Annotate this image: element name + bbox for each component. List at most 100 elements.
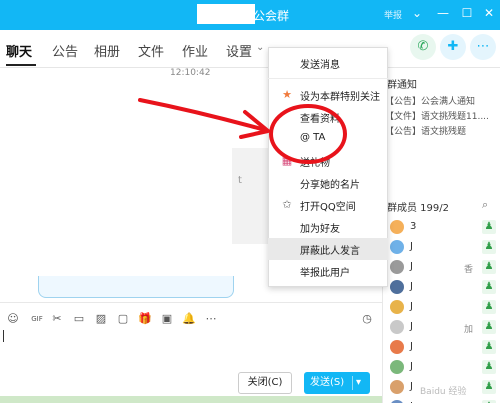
menu-item-label: 加为好友 (300, 224, 340, 235)
menu-item[interactable]: ▦ 送礼物 (268, 150, 388, 172)
avatar (390, 380, 404, 394)
vote-icon[interactable]: ▣ (160, 312, 174, 326)
member-row[interactable]: J♟ (388, 338, 500, 358)
search-icon[interactable]: ⌕ (482, 198, 488, 212)
minimize-icon[interactable]: — (436, 6, 450, 20)
message-fragment: t (238, 175, 242, 186)
menu-item-label: @ TA (300, 132, 326, 143)
member-badge-icon: ♟ (482, 320, 496, 334)
member-badge-icon: ♟ (482, 360, 496, 374)
phone-icon[interactable]: ✆ (410, 34, 436, 60)
menu-item[interactable]: 加为好友 (268, 216, 388, 238)
member-badge-icon: ♟ (482, 240, 496, 254)
chevron-down-icon[interactable]: ⌄ (256, 42, 264, 53)
member-badge-icon: ♟ (482, 280, 496, 294)
menu-item-label: 举报此用户 (300, 268, 350, 279)
menu-item[interactable]: 分享她的名片 (268, 172, 388, 194)
bell-icon[interactable]: 🔔 (182, 312, 196, 326)
report-link[interactable]: 举报 (384, 8, 402, 21)
member-name: J (410, 281, 413, 292)
menu-item[interactable]: 查看资料 (268, 106, 388, 128)
send-options-icon[interactable]: ▾ (356, 372, 361, 394)
message-timestamp: 12:10:42 (170, 68, 211, 78)
maximize-icon[interactable]: ☐ (460, 6, 474, 20)
notice-item[interactable]: 【公告】语文挑残题 (385, 124, 466, 137)
close-button[interactable]: 关闭(C) (238, 372, 292, 394)
special-follow-icon: ★ (282, 88, 292, 101)
menu-separator (268, 78, 388, 79)
member-tag: 香 (464, 265, 474, 275)
menu-item[interactable]: 举报此用户 (268, 260, 388, 282)
member-badge-icon: ♟ (482, 220, 496, 234)
menu-item[interactable]: 屏蔽此人发言 (268, 238, 388, 260)
menu-item-label: 设为本群特别关注 (300, 92, 380, 103)
menu-item-label: 屏蔽此人发言 (300, 246, 360, 257)
member-row[interactable]: 3 ♟ (388, 218, 500, 238)
member-name: J (410, 321, 413, 332)
watermark: Baidu 经验 (420, 387, 467, 397)
active-tab-underline (6, 64, 36, 66)
menu-item-label: 查看资料 (300, 114, 340, 125)
gift-icon: ▦ (281, 154, 293, 167)
gift-icon[interactable]: 🎁 (138, 312, 152, 326)
tab-announcements[interactable]: 公告 (52, 41, 78, 60)
member-row[interactable]: J♟ (388, 278, 500, 298)
dropdown-icon[interactable]: ⌄ (410, 6, 424, 20)
title-redaction (197, 4, 255, 24)
member-name: J (410, 261, 413, 272)
avatar (390, 360, 404, 374)
send-separator (352, 376, 353, 390)
member-row[interactable]: J 香 ♟ (388, 258, 500, 278)
member-badge-icon: ♟ (482, 380, 496, 394)
history-icon[interactable]: ◷ (360, 312, 374, 326)
tab-files[interactable]: 文件 (138, 41, 164, 60)
member-row[interactable]: J♟ (388, 298, 500, 318)
emoji-icon[interactable]: ☺ (6, 312, 20, 326)
member-row[interactable]: J♟ (388, 398, 500, 403)
member-name: 3 (410, 221, 417, 232)
screen-icon[interactable]: ▢ (116, 312, 130, 326)
avatar (390, 280, 404, 294)
menu-item[interactable]: 发送消息 (268, 52, 388, 74)
add-message-icon[interactable]: ✚ (440, 34, 466, 60)
tab-homework[interactable]: 作业 (182, 41, 208, 60)
more-icon[interactable]: ⋯ (470, 34, 496, 60)
avatar (390, 220, 404, 234)
menu-item[interactable]: ★ 设为本群特别关注 (268, 84, 388, 106)
menu-item-label: 送礼物 (300, 158, 330, 169)
window-title: 公会群 (253, 9, 290, 23)
member-name: J (410, 301, 413, 312)
avatar (390, 300, 404, 314)
member-row[interactable]: J 加 ♟ (388, 318, 500, 338)
image-icon[interactable]: ▨ (94, 312, 108, 326)
menu-item[interactable]: ✩ 打开QQ空间 (268, 194, 388, 216)
message-bubble[interactable] (38, 276, 234, 298)
member-row[interactable]: J♟ (388, 238, 500, 258)
scissors-icon[interactable]: ✂ (50, 312, 64, 326)
tab-chat[interactable]: 聊天 (6, 41, 32, 60)
gif-icon[interactable]: GIF (28, 312, 46, 326)
member-badge-icon: ♟ (482, 260, 496, 274)
notice-item[interactable]: 【文件】语文挑残题11.... (385, 109, 489, 122)
more-tools-icon[interactable]: ⋯ (204, 312, 218, 326)
close-window-icon[interactable]: ✕ (482, 6, 496, 20)
message-placeholder (232, 148, 268, 244)
member-name: J (410, 361, 413, 372)
member-row[interactable]: J♟ (388, 358, 500, 378)
member-name: J (410, 381, 413, 392)
send-button[interactable]: 发送(S) ▾ (304, 372, 370, 394)
menu-item-label: 分享她的名片 (300, 180, 360, 191)
member-badge-icon: ♟ (482, 300, 496, 314)
menu-item[interactable]: @ TA (268, 128, 388, 150)
member-badge-icon: ♟ (482, 340, 496, 354)
notice-item[interactable]: 【公告】公会满人通知 (385, 94, 475, 107)
menu-item-label: 发送消息 (300, 60, 340, 71)
star-icon: ✩ (282, 198, 292, 211)
menu-item-label: 打开QQ空间 (300, 202, 356, 213)
avatar (390, 240, 404, 254)
folder-icon[interactable]: ▭ (72, 312, 86, 326)
avatar (390, 320, 404, 334)
notice-title: 群通知 (387, 80, 417, 91)
tab-album[interactable]: 相册 (94, 41, 120, 60)
tab-settings[interactable]: 设置 (226, 41, 252, 60)
